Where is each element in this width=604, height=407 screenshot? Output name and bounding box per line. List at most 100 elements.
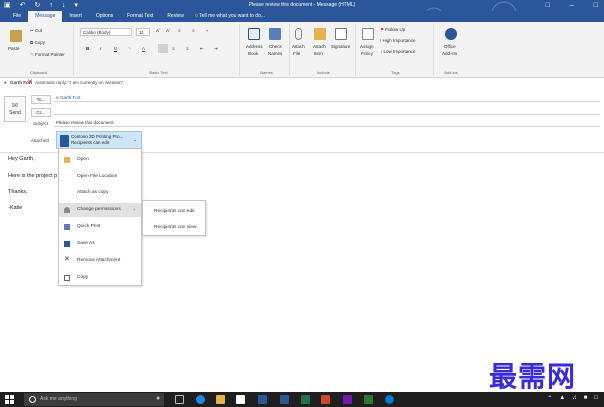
follow-up-button[interactable]: ⚑ Follow Up <box>380 27 405 33</box>
increase-indent-icon[interactable]: ⇥ <box>214 46 218 52</box>
high-importance-button[interactable]: ! High Importance <box>380 38 416 43</box>
attach-item-icon[interactable] <box>314 28 326 40</box>
excel-icon[interactable] <box>301 395 310 404</box>
office-addins-label-1[interactable]: Office <box>444 44 456 49</box>
to-button[interactable]: To... <box>31 95 51 104</box>
font-size-select[interactable]: 11 <box>136 28 150 36</box>
notifications-icon[interactable]: ■ <box>584 395 588 402</box>
check-names-label-1[interactable]: Check <box>269 44 282 49</box>
tab-insert[interactable]: Insert <box>62 11 89 22</box>
close-icon[interactable]: □ <box>594 1 598 10</box>
restore-icon[interactable]: □ <box>546 1 550 10</box>
grow-font-icon[interactable]: Aˆ <box>156 28 161 33</box>
attach-file-label-2[interactable]: File <box>293 51 300 56</box>
project-icon[interactable] <box>364 395 373 404</box>
attach-item-label-2[interactable]: Item <box>314 51 323 56</box>
addins-group-label: Add-ins <box>444 70 458 75</box>
task-view-icon[interactable] <box>175 395 184 404</box>
cut-label: Cut <box>35 28 43 33</box>
chevron-down-icon[interactable]: ⌄ <box>133 137 137 143</box>
submenu-item-recipients-can-edit[interactable]: Recipients can edit <box>143 205 205 219</box>
check-names-label-2[interactable]: Names <box>268 51 282 56</box>
highlight-icon[interactable]: ✎ <box>128 46 132 52</box>
site-watermark: 最需网 <box>489 360 577 393</box>
align-left-icon[interactable] <box>158 44 168 53</box>
attachment-chip[interactable]: Contoso 3D Printing Pro... Recipients ca… <box>56 131 142 149</box>
menu-item-copy[interactable]: Copy <box>59 271 141 285</box>
office-addins-label-2[interactable]: Add-ins <box>442 51 457 56</box>
assign-policy-label-2[interactable]: Policy <box>361 51 373 56</box>
tab-options[interactable]: Options <box>89 11 120 22</box>
assign-policy-label-1[interactable]: Assign <box>360 44 374 49</box>
address-book-icon[interactable] <box>248 28 260 40</box>
onenote-icon[interactable] <box>343 395 352 404</box>
to-field[interactable]: ■ Garth Fort <box>54 93 600 102</box>
numbering-icon[interactable]: ≡ <box>192 28 195 33</box>
attach-item-label-1[interactable]: Attach <box>313 44 326 49</box>
outlook-icon[interactable] <box>258 395 267 404</box>
minimize-icon[interactable]: – <box>570 1 574 10</box>
windows-start-icon[interactable] <box>5 395 14 404</box>
underline-icon[interactable]: U <box>114 46 117 51</box>
menu-item-open[interactable]: Open <box>59 153 141 167</box>
tab-file[interactable]: File <box>6 11 28 22</box>
decrease-indent-icon[interactable]: ⇤ <box>200 46 204 52</box>
tab-format-text[interactable]: Format Text <box>120 11 160 22</box>
chevron-up-icon[interactable]: ⌃ <box>547 395 552 402</box>
clear-format-icon[interactable]: ♦ <box>206 28 208 33</box>
bullets-icon[interactable]: ≡ <box>178 28 181 33</box>
tab-review[interactable]: Review <box>160 11 190 22</box>
assign-policy-icon[interactable] <box>362 28 374 40</box>
tab-message[interactable]: Message <box>28 11 63 22</box>
word-icon[interactable] <box>280 395 289 404</box>
volume-icon[interactable]: ♫ <box>572 395 577 402</box>
shrink-font-icon[interactable]: Aˇ <box>166 28 171 33</box>
signature-icon[interactable] <box>335 28 347 40</box>
edge-icon[interactable] <box>196 395 205 404</box>
office-addins-icon[interactable] <box>445 28 457 40</box>
cc-field[interactable] <box>54 106 600 115</box>
cut-button[interactable]: ✂ Cut <box>30 28 42 34</box>
low-importance-button[interactable]: ↓ Low Importance <box>380 49 416 54</box>
attach-file-label-1[interactable]: Attach <box>292 44 305 49</box>
submenu-item-recipients-can-view[interactable]: Recipients can view <box>143 221 205 235</box>
menu-item-attach-as-copy[interactable]: Attach as copy <box>59 186 141 200</box>
font-select[interactable]: Calibri (Body) <box>80 28 132 36</box>
cc-button[interactable]: Cc... <box>31 108 51 117</box>
menu-item-change-permissions[interactable]: Change permissions › <box>59 203 141 217</box>
send-button[interactable]: ✉ Send <box>4 96 26 122</box>
clipboard-group: Paste ✂ Cut ⧉ Copy ✎ Format Painter Clip… <box>4 24 74 76</box>
paste-button[interactable]: Paste <box>8 46 20 51</box>
microphone-icon[interactable]: ● <box>156 395 165 404</box>
align-right-icon[interactable]: ≡ <box>186 46 189 51</box>
check-names-icon[interactable] <box>269 28 281 40</box>
paperclip-icon[interactable] <box>295 28 302 40</box>
menu-item-quick-print[interactable]: Quick Print <box>59 220 141 234</box>
signature-label[interactable]: Signature <box>331 44 350 49</box>
menu-item-open-file-location[interactable]: Open File Location <box>59 170 141 184</box>
powerpoint-icon[interactable] <box>321 395 330 404</box>
format-painter-button[interactable]: ✎ Format Painter <box>30 52 65 58</box>
network-icon[interactable]: ▲ <box>559 395 565 402</box>
italic-icon[interactable]: I <box>100 46 101 51</box>
subject-field[interactable]: Please review this document <box>54 118 600 127</box>
menu-item-save-as[interactable]: Save As <box>59 237 141 251</box>
align-center-icon[interactable]: ≡ <box>172 46 175 51</box>
menu-item-remove-attachment[interactable]: ✕ Remove Attachment <box>59 254 141 268</box>
file-explorer-icon[interactable] <box>216 395 225 404</box>
paste-icon[interactable] <box>10 30 22 42</box>
address-book-label-1[interactable]: Address <box>246 44 263 49</box>
font-color-icon[interactable]: A <box>142 46 145 51</box>
body-line: -Katie <box>8 205 23 211</box>
to-recipient[interactable]: Garth Fort <box>60 95 81 100</box>
menu-item-label: Quick Print <box>77 224 101 229</box>
bold-icon[interactable]: B <box>86 46 89 51</box>
copy-button[interactable]: ⧉ Copy <box>30 40 45 45</box>
address-book-label-2[interactable]: Book <box>248 51 258 56</box>
store-icon[interactable] <box>236 395 245 404</box>
keyboard-icon[interactable]: □ <box>594 395 598 402</box>
tell-me-box[interactable]: ○ Tell me what you want to do... <box>191 11 269 22</box>
taskbar-search[interactable]: Ask me anything <box>24 393 164 406</box>
skype-icon[interactable] <box>385 395 394 404</box>
open-icon <box>64 157 70 163</box>
